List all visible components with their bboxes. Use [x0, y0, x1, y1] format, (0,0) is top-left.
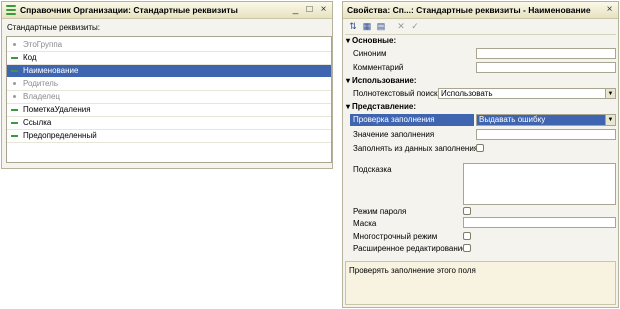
- attribute-icon: [11, 70, 18, 72]
- hint-textarea[interactable]: [463, 163, 616, 205]
- password-mode-checkbox[interactable]: [463, 207, 471, 215]
- list-item-label: Ссылка: [23, 118, 52, 127]
- attribute-unused-icon: [13, 95, 16, 98]
- list-item[interactable]: Ссылка: [7, 117, 331, 130]
- apply-icon[interactable]: ✓: [409, 20, 421, 32]
- list-item-label: ПометкаУдаления: [23, 105, 91, 114]
- properties-toolbar: ⇅ ▦ ▤ ✕ ✓: [345, 19, 616, 35]
- chevron-down-icon[interactable]: ▼: [605, 115, 615, 125]
- comment-label: Комментарий: [353, 63, 404, 72]
- multiline-mode-checkbox[interactable]: [463, 232, 471, 240]
- mask-label: Маска: [353, 219, 377, 228]
- chevron-down-icon[interactable]: ▼: [605, 89, 615, 98]
- multiline-mode-label: Многострочный режим: [353, 232, 438, 241]
- filter-icon[interactable]: ▤: [375, 20, 387, 32]
- catalog-window: Справочник Организации: Стандартные рекв…: [1, 1, 333, 169]
- list-item[interactable]: ЭтоГруппа: [7, 39, 331, 52]
- list-item-label: ЭтоГруппа: [23, 40, 63, 49]
- list-item[interactable]: Предопределенный: [7, 130, 331, 143]
- synonym-label: Синоним: [353, 49, 387, 58]
- properties-window-title: Свойства: Сп...: Стандартные реквизиты -…: [347, 5, 591, 15]
- extended-edit-label: Расширенное редактирование: [353, 244, 467, 253]
- catalog-icon: [6, 5, 16, 15]
- attribute-icon: [11, 109, 18, 111]
- attribute-icon: [11, 57, 18, 59]
- section-presentation[interactable]: Представление:: [346, 102, 416, 111]
- mask-field[interactable]: [463, 217, 616, 228]
- list-item[interactable]: Код: [7, 52, 331, 65]
- close-button[interactable]: ×: [604, 4, 615, 15]
- attribute-unused-icon: [13, 43, 16, 46]
- fill-from-data-checkbox[interactable]: [476, 144, 484, 152]
- section-usage[interactable]: Использование:: [346, 76, 417, 85]
- list-item[interactable]: Владелец: [7, 91, 331, 104]
- catalog-window-title: Справочник Организации: Стандартные рекв…: [20, 5, 238, 15]
- list-item-label: Владелец: [23, 92, 61, 101]
- fulltext-search-value: Использовать: [441, 89, 493, 98]
- properties-window-titlebar[interactable]: Свойства: Сп...: Стандартные реквизиты -…: [343, 2, 618, 19]
- password-mode-label: Режим пароля: [353, 207, 407, 216]
- fill-from-data-label: Заполнять из данных заполнения: [353, 144, 479, 153]
- attribute-unused-icon: [13, 82, 16, 85]
- synonym-field[interactable]: [476, 48, 616, 59]
- list-item-label: Родитель: [23, 79, 58, 88]
- fill-check-label: Проверка заполнения: [353, 115, 435, 124]
- property-description-panel: Проверять заполнение этого поля: [345, 261, 616, 305]
- property-description: Проверять заполнение этого поля: [349, 266, 476, 275]
- attribute-icon: [11, 122, 18, 124]
- minimize-button[interactable]: _: [290, 4, 301, 15]
- extended-edit-checkbox[interactable]: [463, 244, 471, 252]
- cancel-icon[interactable]: ✕: [395, 20, 407, 32]
- list-item[interactable]: Родитель: [7, 78, 331, 91]
- close-button[interactable]: ×: [318, 4, 329, 15]
- fill-check-select[interactable]: Выдавать ошибку ▼: [476, 114, 616, 126]
- section-label: Стандартные реквизиты:: [7, 23, 101, 32]
- catalog-window-titlebar[interactable]: Справочник Организации: Стандартные рекв…: [2, 2, 332, 19]
- fill-value-label: Значение заполнения: [353, 130, 435, 139]
- categories-icon[interactable]: ▦: [361, 20, 373, 32]
- fill-value-field[interactable]: [476, 129, 616, 140]
- fulltext-search-label: Полнотекстовый поиск: [353, 89, 438, 98]
- attribute-icon: [11, 135, 18, 137]
- properties-window: Свойства: Сп...: Стандартные реквизиты -…: [342, 1, 619, 308]
- section-main[interactable]: Основные:: [346, 36, 396, 45]
- maximize-button[interactable]: □: [304, 4, 315, 15]
- list-item-label: Наименование: [23, 66, 79, 75]
- comment-field[interactable]: [476, 62, 616, 73]
- attributes-list[interactable]: ЭтоГруппа Код Наименование Родитель Влад…: [6, 36, 332, 163]
- sort-icon[interactable]: ⇅: [347, 20, 359, 32]
- list-item[interactable]: ПометкаУдаления: [7, 104, 331, 117]
- list-item-selected[interactable]: Наименование: [7, 65, 331, 77]
- fill-check-value: Выдавать ошибку: [479, 115, 546, 124]
- fulltext-search-select[interactable]: Использовать ▼: [438, 88, 616, 99]
- list-item-label: Код: [23, 53, 37, 62]
- fill-check-row[interactable]: Проверка заполнения: [350, 114, 474, 126]
- hint-label: Подсказка: [353, 165, 392, 174]
- list-item-label: Предопределенный: [23, 131, 97, 140]
